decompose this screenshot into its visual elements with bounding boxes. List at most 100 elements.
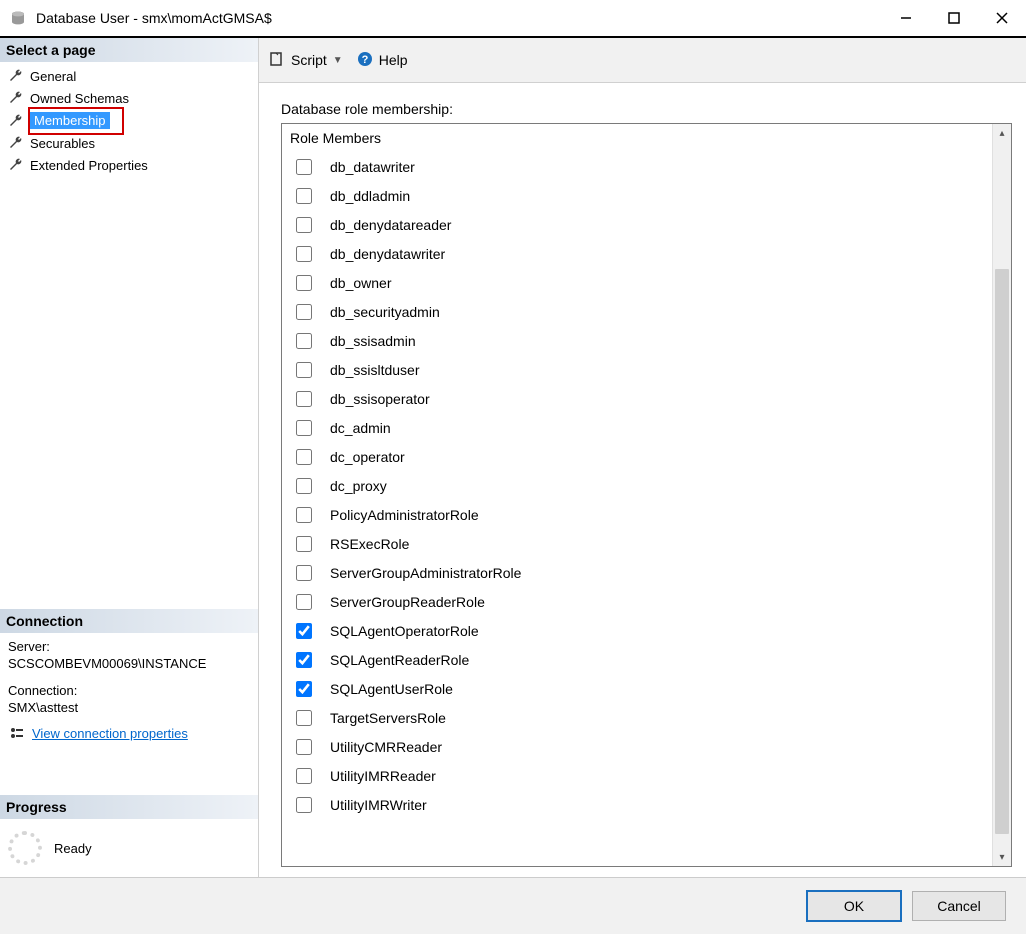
wrench-icon: [8, 113, 24, 129]
role-row[interactable]: db_denydatareader: [286, 210, 992, 239]
role-name: db_denydatareader: [330, 217, 451, 233]
close-button[interactable]: [978, 0, 1026, 36]
role-row[interactable]: SQLAgentUserRole: [286, 674, 992, 703]
help-button[interactable]: ? Help: [357, 51, 408, 70]
role-checkbox[interactable]: [296, 594, 312, 610]
role-name: db_securityadmin: [330, 304, 440, 320]
maximize-button[interactable]: [930, 0, 978, 36]
role-row[interactable]: TargetServersRole: [286, 703, 992, 732]
page-item-securables[interactable]: Securables: [6, 133, 254, 153]
role-row[interactable]: RSExecRole: [286, 529, 992, 558]
scroll-up-icon[interactable]: ▴: [993, 124, 1011, 142]
content-pane: Script ▼ ? Help Database role membership…: [259, 38, 1026, 877]
role-row[interactable]: UtilityIMRWriter: [286, 790, 992, 819]
role-checkbox[interactable]: [296, 217, 312, 233]
role-checkbox[interactable]: [296, 565, 312, 581]
role-checkbox[interactable]: [296, 362, 312, 378]
role-checkbox[interactable]: [296, 681, 312, 697]
connection-block: Server: SCSCOMBEVM00069\INSTANCE Connect…: [0, 633, 258, 755]
scroll-thumb[interactable]: [995, 269, 1009, 834]
role-name: db_ssisoperator: [330, 391, 430, 407]
role-row[interactable]: ServerGroupAdministratorRole: [286, 558, 992, 587]
role-name: db_denydatawriter: [330, 246, 445, 262]
role-checkbox[interactable]: [296, 739, 312, 755]
role-checkbox[interactable]: [296, 159, 312, 175]
help-icon: ?: [357, 51, 373, 70]
role-checkbox[interactable]: [296, 188, 312, 204]
role-row[interactable]: SQLAgentOperatorRole: [286, 616, 992, 645]
chevron-down-icon: ▼: [333, 55, 343, 66]
role-row[interactable]: db_securityadmin: [286, 297, 992, 326]
role-name: UtilityCMRReader: [330, 739, 442, 755]
role-checkbox[interactable]: [296, 333, 312, 349]
database-icon: [10, 10, 26, 26]
sidebar-spacer: [0, 187, 258, 609]
progress-status: Ready: [54, 841, 92, 856]
role-checkbox[interactable]: [296, 420, 312, 436]
progress-spinner-icon: [8, 831, 42, 865]
role-row[interactable]: UtilityIMRReader: [286, 761, 992, 790]
page-item-general[interactable]: General: [6, 66, 254, 86]
scroll-track[interactable]: [993, 142, 1011, 848]
role-checkbox[interactable]: [296, 797, 312, 813]
minimize-button[interactable]: [882, 0, 930, 36]
page-item-label: Extended Properties: [30, 158, 148, 173]
role-checkbox[interactable]: [296, 246, 312, 262]
role-row[interactable]: db_ssisltduser: [286, 355, 992, 384]
role-row[interactable]: ServerGroupReaderRole: [286, 587, 992, 616]
role-name: SQLAgentUserRole: [330, 681, 453, 697]
role-name: dc_admin: [330, 420, 391, 436]
role-checkbox[interactable]: [296, 507, 312, 523]
role-checkbox[interactable]: [296, 391, 312, 407]
role-row[interactable]: db_ssisoperator: [286, 384, 992, 413]
script-icon: [269, 51, 285, 70]
page-item-membership[interactable]: Membership: [6, 110, 254, 131]
svg-text:?: ?: [361, 54, 368, 66]
page-item-extended-properties[interactable]: Extended Properties: [6, 155, 254, 175]
role-row[interactable]: dc_admin: [286, 413, 992, 442]
role-row[interactable]: db_datawriter: [286, 152, 992, 181]
role-checkbox[interactable]: [296, 478, 312, 494]
connection-properties-icon: [8, 725, 26, 741]
role-membership-listbox: Role Members db_datawriter db_ddladmin db_…: [281, 123, 1012, 867]
role-name: db_ddladmin: [330, 188, 410, 204]
role-checkbox[interactable]: [296, 710, 312, 726]
script-button[interactable]: Script ▼: [269, 51, 343, 70]
role-checkbox[interactable]: [296, 623, 312, 639]
role-checkbox[interactable]: [296, 449, 312, 465]
page-item-owned-schemas[interactable]: Owned Schemas: [6, 88, 254, 108]
page-item-label: Securables: [30, 136, 95, 151]
role-row[interactable]: UtilityCMRReader: [286, 732, 992, 761]
sidebar: Select a page GeneralOwned SchemasMember…: [0, 38, 259, 877]
role-row[interactable]: db_ddladmin: [286, 181, 992, 210]
role-row[interactable]: dc_proxy: [286, 471, 992, 500]
role-row[interactable]: db_denydatawriter: [286, 239, 992, 268]
role-name: db_owner: [330, 275, 392, 291]
role-name: dc_operator: [330, 449, 405, 465]
dialog-window: Database User - smx\momActGMSA$ Select a…: [0, 0, 1026, 934]
role-row[interactable]: db_ssisadmin: [286, 326, 992, 355]
scroll-down-icon[interactable]: ▾: [993, 848, 1011, 866]
role-checkbox[interactable]: [296, 768, 312, 784]
cancel-button[interactable]: Cancel: [912, 891, 1006, 921]
page-list: GeneralOwned SchemasMembership Securables…: [0, 62, 258, 187]
body-area: Select a page GeneralOwned SchemasMember…: [0, 38, 1026, 878]
role-list-header: Role Members: [286, 128, 992, 152]
role-checkbox[interactable]: [296, 536, 312, 552]
role-row[interactable]: dc_operator: [286, 442, 992, 471]
role-name: SQLAgentReaderRole: [330, 652, 469, 668]
role-row[interactable]: PolicyAdministratorRole: [286, 500, 992, 529]
vertical-scrollbar[interactable]: ▴ ▾: [992, 124, 1011, 866]
role-name: db_ssisltduser: [330, 362, 420, 378]
role-checkbox[interactable]: [296, 304, 312, 320]
role-row[interactable]: SQLAgentReaderRole: [286, 645, 992, 674]
main-panel: Database role membership: Role Members d…: [259, 83, 1026, 877]
ok-button[interactable]: OK: [806, 890, 902, 922]
role-row[interactable]: db_owner: [286, 268, 992, 297]
role-checkbox[interactable]: [296, 275, 312, 291]
role-name: db_ssisadmin: [330, 333, 416, 349]
role-checkbox[interactable]: [296, 652, 312, 668]
role-name: db_datawriter: [330, 159, 415, 175]
view-connection-properties-link[interactable]: View connection properties: [32, 726, 188, 741]
role-name: PolicyAdministratorRole: [330, 507, 479, 523]
